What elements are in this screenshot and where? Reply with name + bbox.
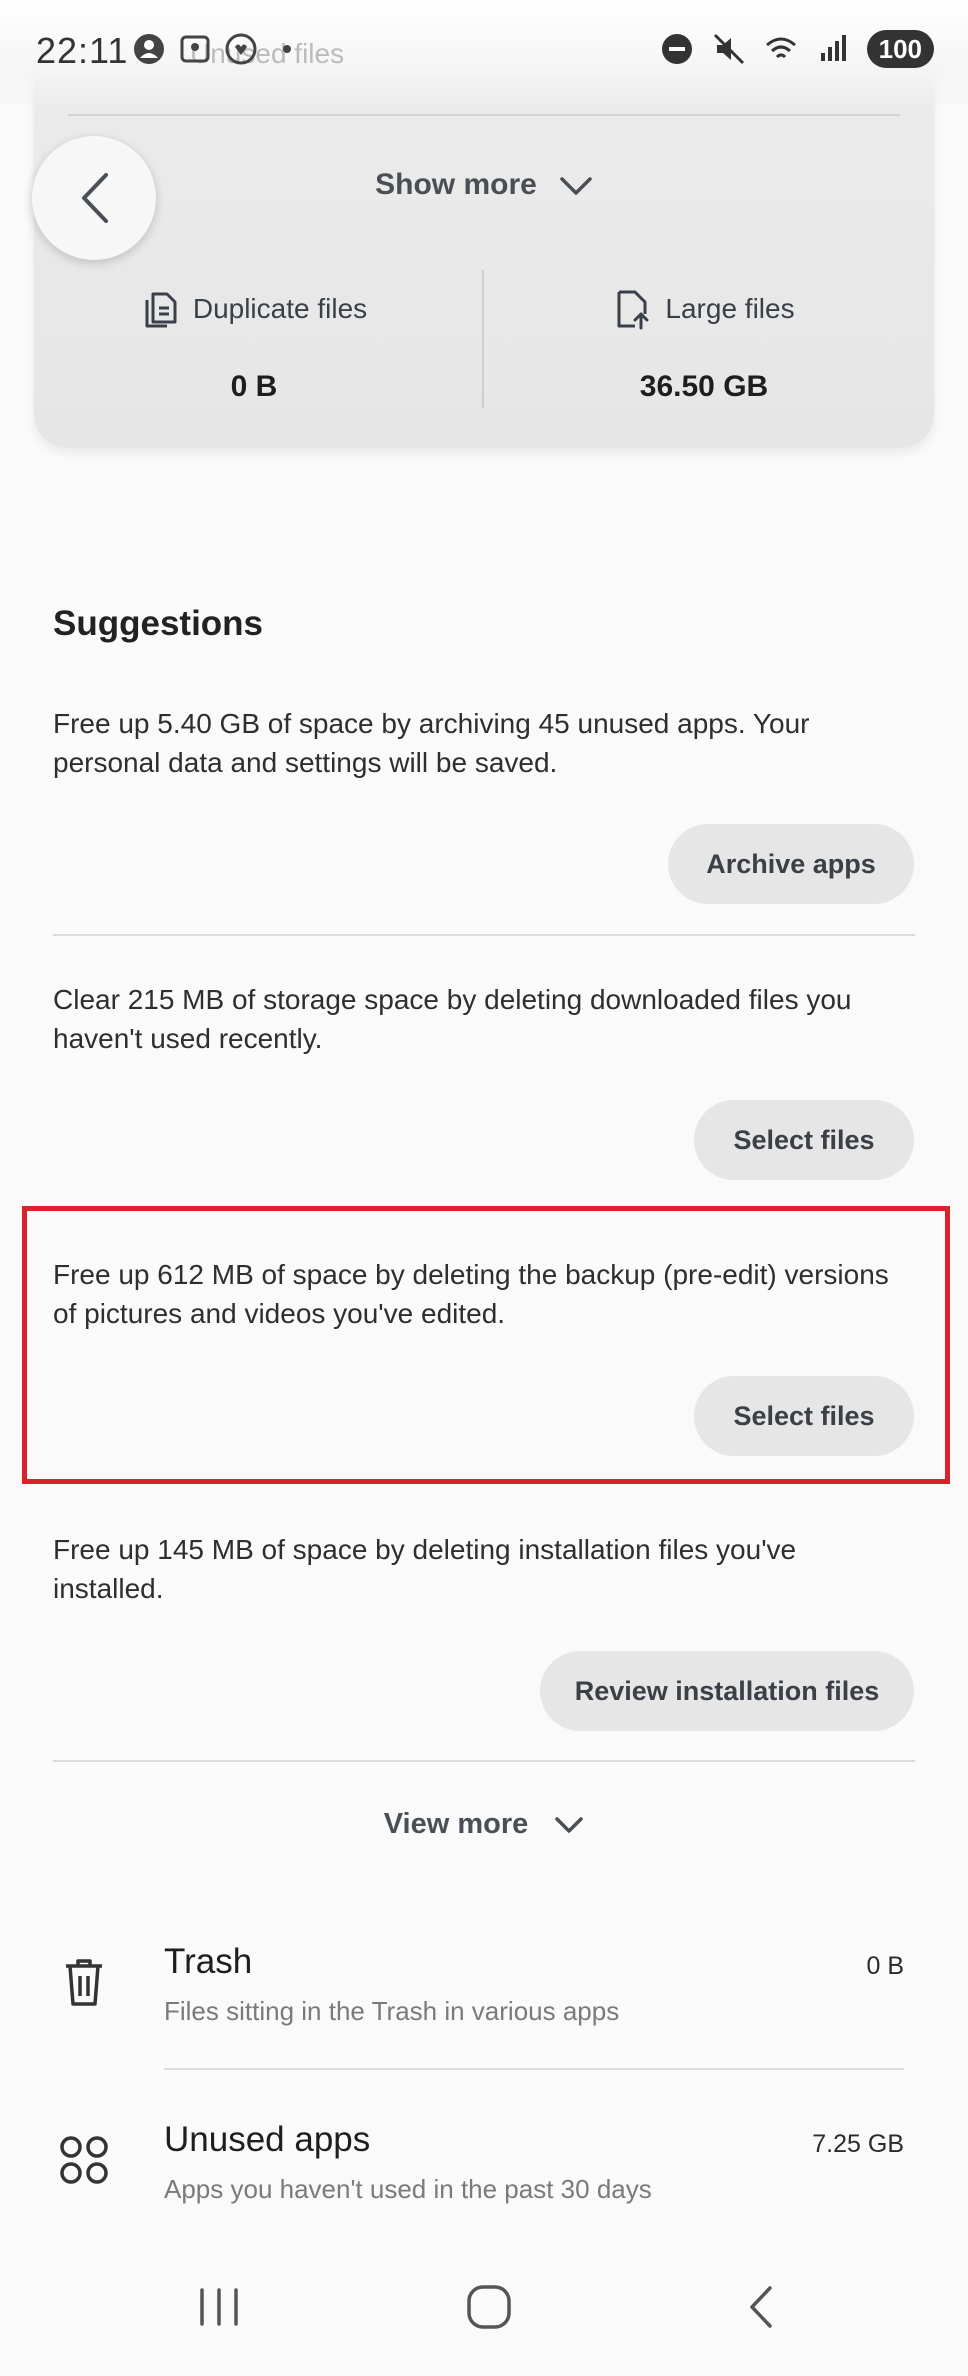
view-more-label: View more bbox=[383, 1808, 529, 1840]
recents-icon bbox=[200, 2288, 238, 2326]
home-icon bbox=[467, 2285, 511, 2329]
list-divider bbox=[164, 2068, 904, 2070]
do-not-disturb-icon bbox=[661, 34, 692, 64]
status-time: 22:11 bbox=[36, 30, 129, 71]
gallery-icon bbox=[180, 35, 210, 63]
suggestion-divider bbox=[53, 1760, 915, 1762]
suggestion-archive-text: Free up 5.40 GB of space by archiving 45… bbox=[53, 708, 810, 778]
nav-back-button[interactable] bbox=[738, 2282, 788, 2337]
select-downloaded-files-button[interactable]: Select files bbox=[694, 1100, 914, 1180]
large-files-stat[interactable]: Large files 36.50 GB bbox=[484, 288, 924, 404]
duplicate-files-icon bbox=[145, 292, 177, 328]
large-files-label: Large files bbox=[665, 293, 795, 324]
chevron-left-icon bbox=[82, 173, 108, 223]
large-files-icon bbox=[617, 290, 649, 330]
signal-icon bbox=[820, 35, 846, 61]
list-item-subtitle: Apps you haven't used in the past 30 day… bbox=[164, 2174, 652, 2204]
duplicate-files-stat[interactable]: Duplicate files 0 B bbox=[34, 288, 474, 404]
archive-apps-button[interactable]: Archive apps bbox=[668, 824, 914, 904]
duplicate-files-label: Duplicate files bbox=[192, 293, 368, 324]
review-installation-files-button[interactable]: Review installation files bbox=[540, 1651, 914, 1731]
list-item-title: Unused apps bbox=[164, 2120, 371, 2159]
chevron-down-icon bbox=[555, 1817, 584, 1834]
mute-icon bbox=[713, 33, 744, 65]
account-icon bbox=[134, 34, 164, 64]
view-more-button[interactable]: View more bbox=[0, 1808, 968, 1841]
trash-icon bbox=[66, 1959, 102, 2006]
health-icon bbox=[225, 33, 257, 65]
suggestion-installation-text: Free up 145 MB of space by deleting inst… bbox=[53, 1534, 797, 1604]
show-more-label: Show more bbox=[375, 168, 537, 201]
recent-apps-button[interactable] bbox=[194, 2282, 244, 2337]
apps-grid-icon bbox=[60, 2136, 108, 2184]
show-more-button[interactable]: Show more bbox=[34, 168, 934, 202]
chevron-down-icon bbox=[560, 177, 592, 195]
list-item-subtitle: Files sitting in the Trash in various ap… bbox=[164, 1996, 620, 2026]
suggestion-divider bbox=[53, 934, 915, 936]
list-item-title: Trash bbox=[164, 1942, 253, 1981]
suggestions-title: Suggestions bbox=[53, 604, 264, 643]
status-bar: 22:11 Unused files 100 bbox=[0, 0, 968, 104]
battery-level: 100 bbox=[866, 30, 934, 68]
wifi-icon bbox=[765, 37, 796, 59]
back-button[interactable] bbox=[32, 136, 156, 260]
large-files-value: 36.50 GB bbox=[639, 370, 769, 403]
list-item-size: 0 B bbox=[866, 1952, 904, 1980]
select-backup-files-button[interactable]: Select files bbox=[694, 1376, 914, 1456]
dot-icon bbox=[283, 45, 291, 53]
suggestion-backup-text: Free up 612 MB of space by deleting the … bbox=[53, 1259, 889, 1329]
card-divider bbox=[68, 114, 900, 116]
back-icon bbox=[750, 2286, 772, 2328]
list-item-size: 7.25 GB bbox=[812, 2130, 904, 2158]
suggestion-downloads-text: Clear 215 MB of storage space by deletin… bbox=[53, 984, 852, 1054]
duplicate-files-value: 0 B bbox=[230, 370, 278, 403]
home-button[interactable] bbox=[464, 2282, 514, 2337]
